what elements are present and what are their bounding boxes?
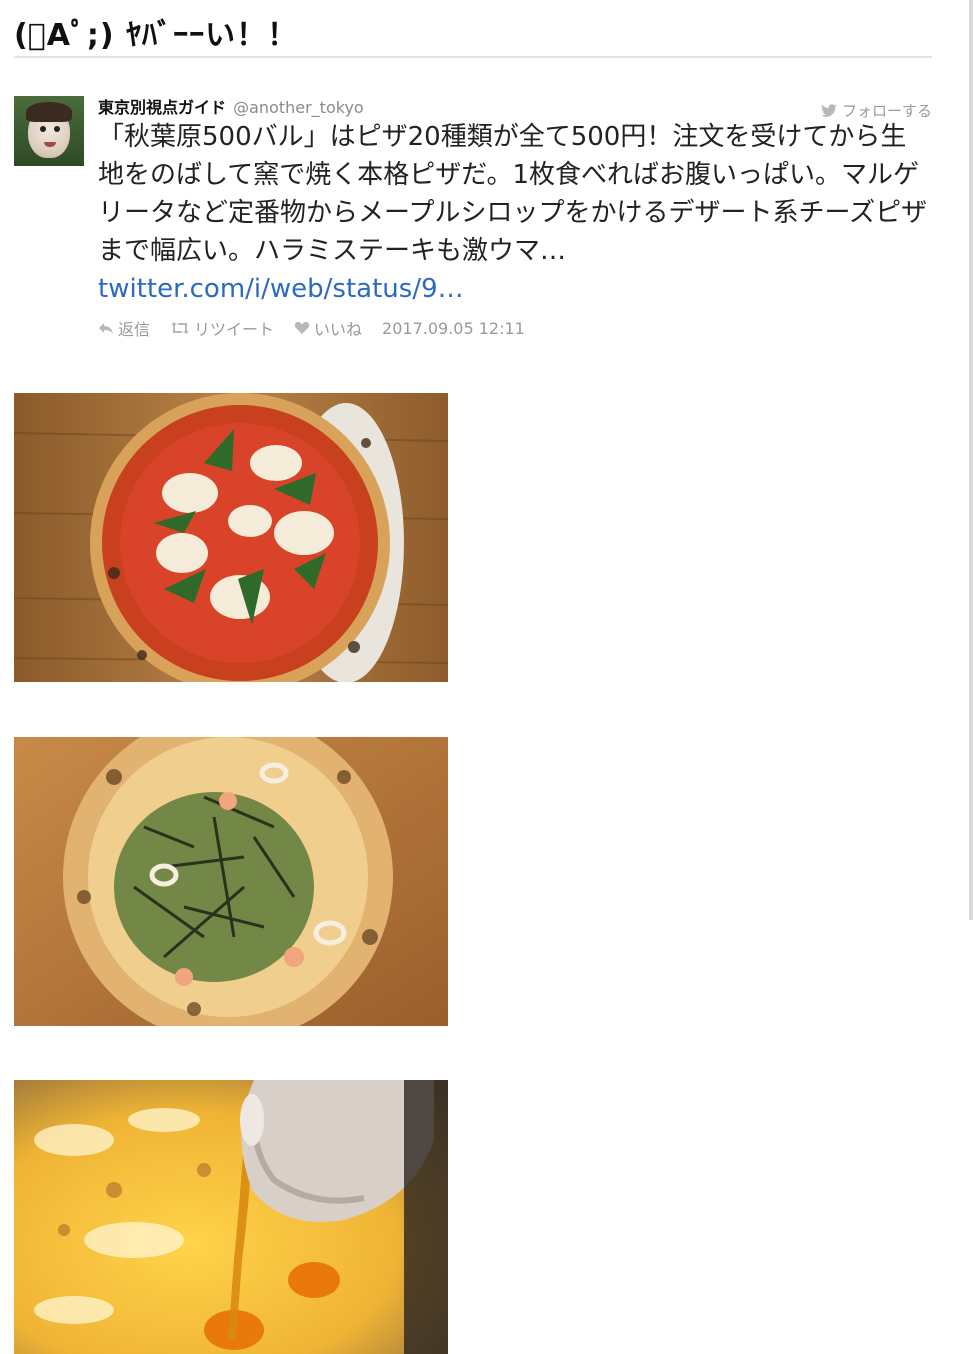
author-avatar[interactable] bbox=[14, 96, 84, 166]
like-label: いいね bbox=[314, 320, 363, 339]
nori-pizza-photo bbox=[14, 737, 448, 1026]
reply-label: 返信 bbox=[118, 320, 151, 339]
reply-button[interactable]: 返信 bbox=[98, 316, 150, 340]
tweet-timestamp[interactable]: 2017.09.05 12:11 bbox=[382, 316, 525, 340]
maple-cheese-pizza-photo bbox=[14, 1080, 448, 1354]
retweet-label: リツイート bbox=[194, 320, 275, 339]
tweet-header: 東京別視点ガイド @another_tokyo bbox=[98, 94, 364, 118]
reply-icon bbox=[99, 323, 113, 334]
avatar-eye bbox=[40, 126, 46, 132]
tweet-text-content: 「秋葉原500バル」はピザ20種類が全て500円！注文を受けてから生地をのばして… bbox=[98, 122, 928, 266]
margherita-pizza-photo bbox=[14, 393, 448, 682]
title-divider bbox=[14, 56, 932, 58]
avatar-eye bbox=[54, 126, 60, 132]
page-title: (ﾟАﾟ;) ﾔﾊﾞｰｰい！！ bbox=[14, 18, 299, 53]
retweet-icon bbox=[171, 322, 190, 334]
tweet-actions: 返信 リツイート いいね 2017.09.05 12:11 bbox=[98, 316, 525, 340]
author-name[interactable]: 東京別視点ガイド bbox=[98, 98, 226, 117]
retweet-button[interactable]: リツイート bbox=[170, 316, 274, 340]
tweet-permalink[interactable]: twitter.com/i/web/status/9… bbox=[98, 274, 464, 304]
avatar-hair bbox=[26, 102, 72, 122]
embedded-tweet: 東京別視点ガイド @another_tokyo フォローする 「秋葉原500バル… bbox=[14, 94, 932, 354]
heart-icon bbox=[294, 321, 310, 334]
like-button[interactable]: いいね bbox=[294, 316, 362, 340]
twitter-bird-icon bbox=[821, 103, 837, 117]
tweet-text: 「秋葉原500バル」はピザ20種類が全て500円！注文を受けてから生地をのばして… bbox=[98, 118, 928, 308]
scrollbar[interactable] bbox=[969, 0, 973, 920]
author-handle[interactable]: @another_tokyo bbox=[233, 98, 364, 117]
